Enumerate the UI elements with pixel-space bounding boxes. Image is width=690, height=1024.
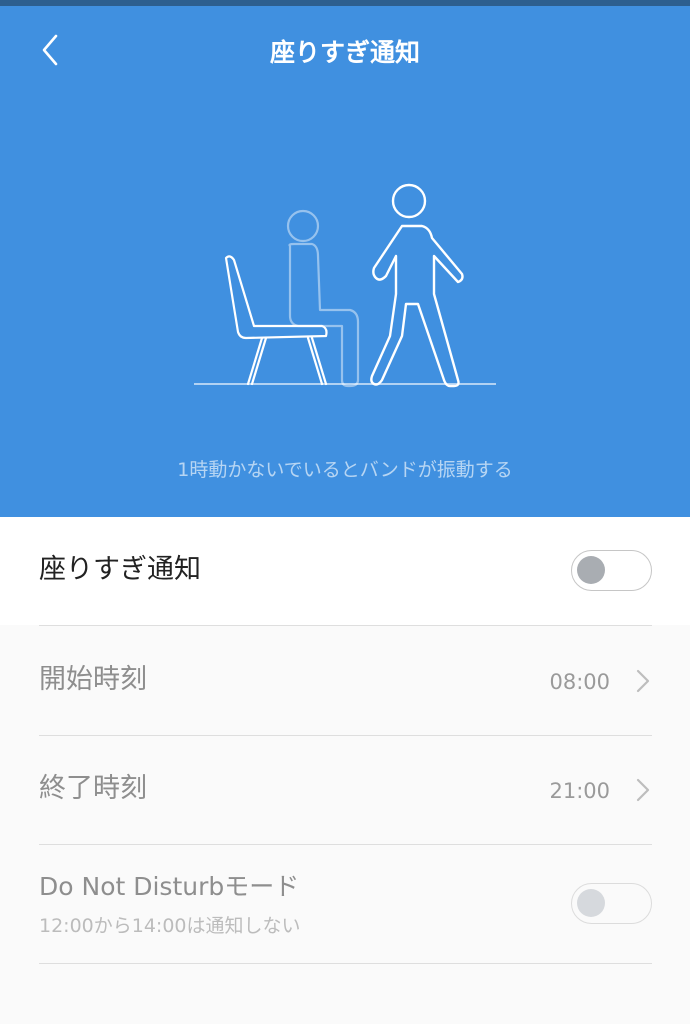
sedentary-alert-row[interactable]: 座りすぎ通知 xyxy=(0,517,690,625)
divider xyxy=(39,625,652,626)
end-time-label: 終了時刻 xyxy=(39,773,147,804)
chevron-right-icon xyxy=(636,778,650,802)
divider xyxy=(39,844,652,845)
sitting-walking-person-icon xyxy=(194,183,496,388)
sedentary-alert-toggle[interactable] xyxy=(571,550,652,591)
dnd-sublabel: 12:00から14:00は通知しない xyxy=(39,915,301,937)
dnd-label: Do Not Disturbモード xyxy=(39,872,300,901)
header-panel: 座りすぎ通知 1時動かないでいるとバンドが振動する xyxy=(0,6,690,517)
chevron-right-icon xyxy=(636,669,650,693)
divider xyxy=(39,963,652,964)
page-title: 座りすぎ通知 xyxy=(269,38,420,67)
start-time-label: 開始時刻 xyxy=(39,664,147,695)
start-time-value: 08:00 xyxy=(549,670,610,694)
toggle-knob xyxy=(577,556,605,584)
end-time-value: 21:00 xyxy=(549,779,610,803)
header-caption: 1時動かないでいるとバンドが振動する xyxy=(177,459,513,481)
divider xyxy=(39,735,652,736)
dnd-toggle[interactable] xyxy=(571,883,652,924)
sedentary-alert-label: 座りすぎ通知 xyxy=(39,554,201,585)
toggle-knob xyxy=(577,889,605,917)
